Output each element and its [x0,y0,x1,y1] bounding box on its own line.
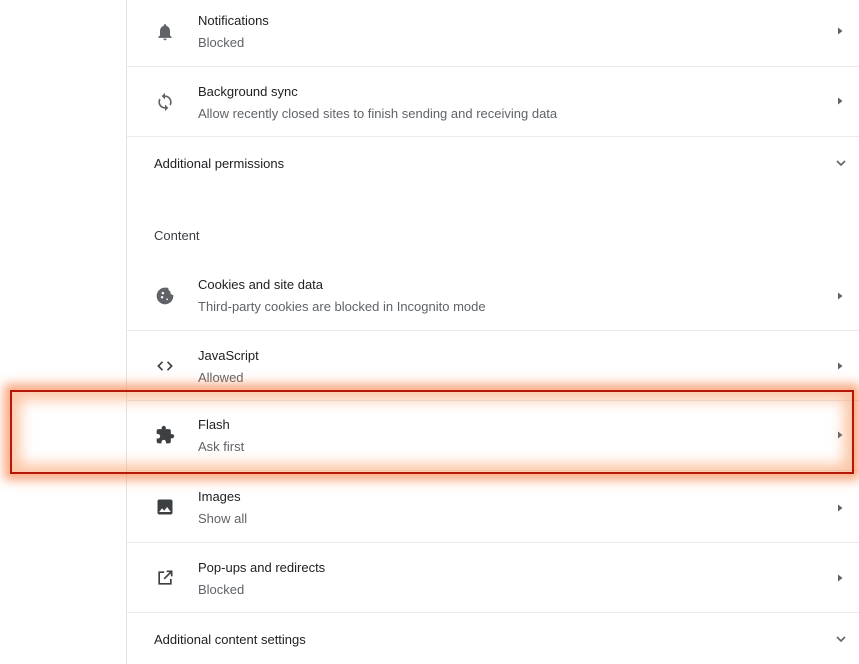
settings-page: Notifications Blocked Background sync Al… [0,0,859,664]
cookies-row[interactable]: Cookies and site data Third-party cookie… [127,260,859,330]
bell-icon [155,22,175,42]
arrow-right-icon [835,430,845,440]
popups-status: Blocked [198,582,245,597]
notifications-title: Notifications [198,13,269,28]
arrow-right-icon [835,291,845,301]
cookies-title: Cookies and site data [198,277,324,292]
background-sync-description: Allow recently closed sites to finish se… [198,106,558,121]
javascript-row[interactable]: JavaScript Allowed [127,330,859,400]
javascript-status: Allowed [198,370,244,385]
background-sync-row[interactable]: Background sync Allow recently closed si… [127,66,859,136]
additional-permissions-row[interactable]: Additional permissions [127,136,859,190]
site-settings-card: Notifications Blocked Background sync Al… [127,0,859,664]
images-row[interactable]: Images Show all [127,470,859,542]
additional-permissions-label: Additional permissions [154,156,285,171]
images-status: Show all [198,511,248,526]
arrow-right-icon [835,26,845,36]
flash-title: Flash [198,417,230,432]
flash-status: Ask first [198,439,245,454]
additional-content-settings-row[interactable]: Additional content settings [127,612,859,664]
arrow-right-icon [835,573,845,583]
background-sync-title: Background sync [198,84,298,99]
arrow-right-icon [835,361,845,371]
flash-row[interactable]: Flash Ask first [127,400,859,470]
javascript-title: JavaScript [198,348,259,363]
external-link-icon [155,568,175,588]
image-icon [155,497,175,517]
sync-icon [155,92,175,112]
content-section-heading: Content [154,228,200,243]
arrow-right-icon [835,503,845,513]
chevron-down-icon[interactable] [835,157,847,169]
additional-content-settings-label: Additional content settings [154,632,306,647]
cookies-status: Third-party cookies are blocked in Incog… [198,299,486,314]
images-title: Images [198,489,241,504]
puzzle-icon [155,425,175,445]
code-icon [155,356,175,376]
notifications-status: Blocked [198,35,245,50]
popups-title: Pop-ups and redirects [198,560,326,575]
cookie-icon [155,286,175,306]
arrow-right-icon [835,96,845,106]
popups-row[interactable]: Pop-ups and redirects Blocked [127,542,859,612]
chevron-down-icon[interactable] [835,633,847,645]
notifications-row[interactable]: Notifications Blocked [127,0,859,66]
